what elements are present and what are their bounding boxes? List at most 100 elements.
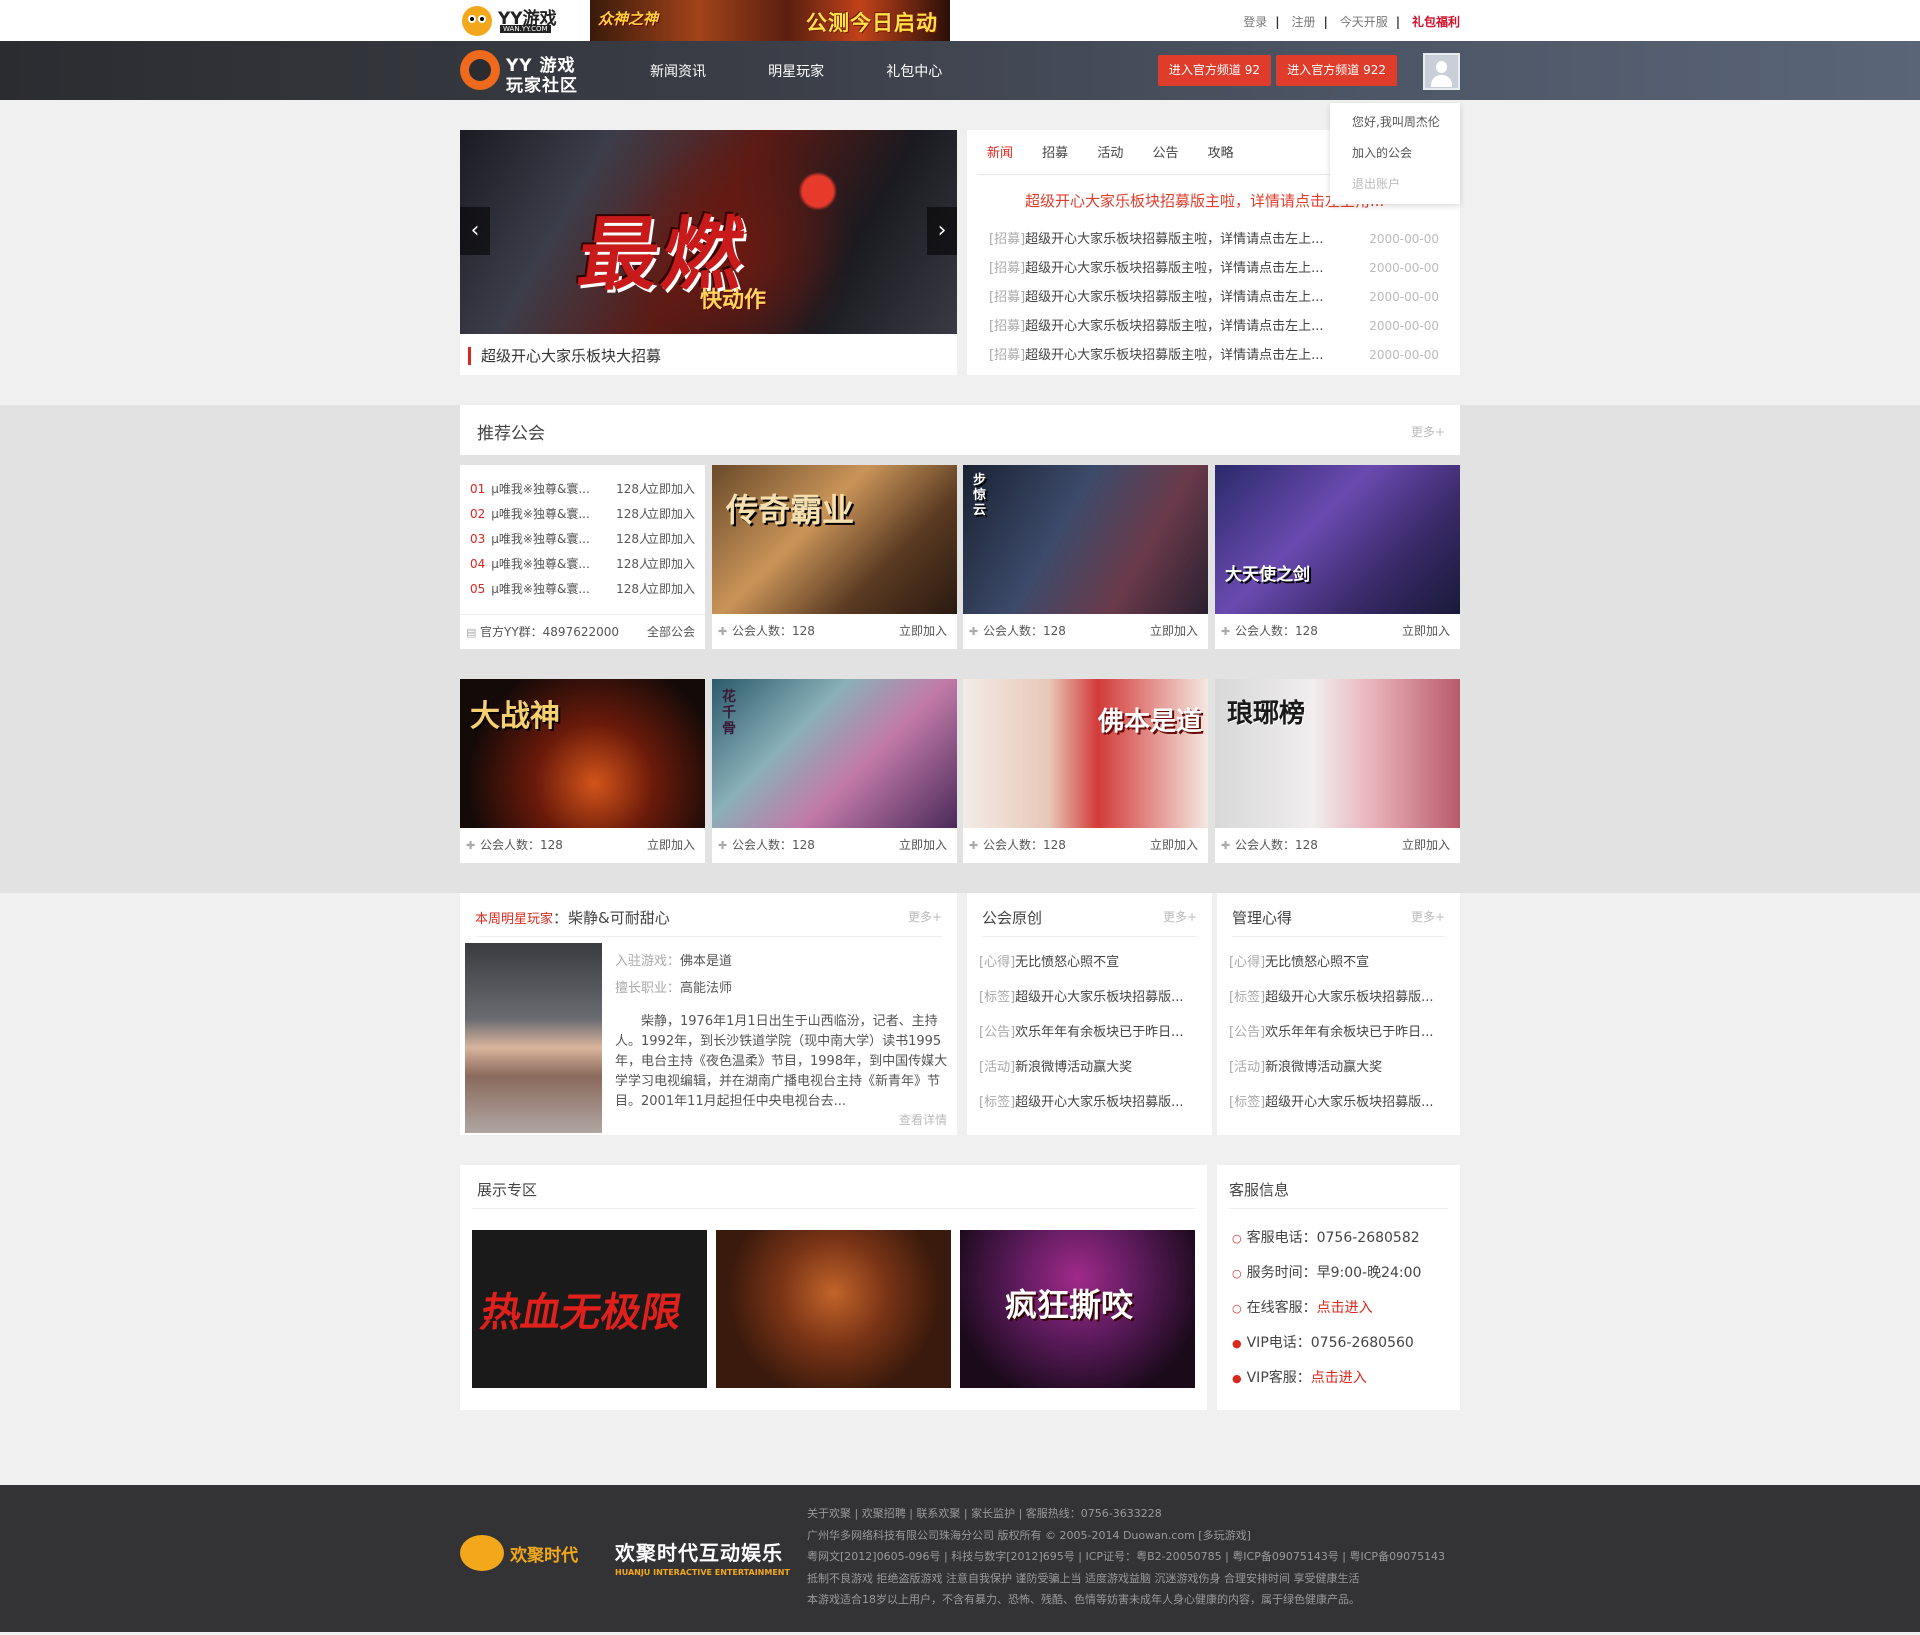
tab-guide[interactable]: 攻略 [1208, 142, 1234, 161]
guild-count: 128人 [616, 557, 651, 571]
list-item[interactable]: 03 μ唯我※独尊&寰... 128人 立即加入 [470, 527, 695, 552]
guild-more-link[interactable]: 更多+ [1411, 423, 1445, 440]
all-guilds-link[interactable]: 全部公会 [647, 615, 695, 650]
slide-caption[interactable]: 超级开心大家乐板块大招募 [468, 347, 661, 365]
nav-news[interactable]: 新闻资讯 [650, 61, 706, 81]
community-logo[interactable]: YY 游戏 玩家社区 [460, 49, 590, 96]
guild-title: 推荐公会 [477, 424, 545, 444]
nav-gift-center[interactable]: 礼包中心 [886, 61, 942, 81]
list-item[interactable]: [标签]超级开心大家乐板块招募版... [979, 1085, 1200, 1120]
join-link[interactable]: 立即加入 [647, 577, 695, 602]
footer-line[interactable]: 关于欢聚 | 欢聚招聘 | 联系欢聚 | 家长监护 | 客服热线：0756-36… [807, 1503, 1467, 1525]
news-row[interactable]: [招募]超级开心大家乐板块招募版主啦，详情请点击左上... 2000-00-00 [989, 254, 1439, 283]
register-link[interactable]: 注册 [1292, 13, 1316, 30]
huanju-logo[interactable]: 欢聚时代 [460, 1535, 578, 1571]
guild-name: μ唯我※独尊&寰... [491, 507, 590, 521]
guild-card[interactable]: 大天使之剑 公会人数：128 立即加入 [1215, 465, 1460, 649]
footer-line: 广州华多网络科技有限公司珠海分公司 版权所有 © 2005-2014 Duowa… [807, 1528, 1251, 1542]
original-title: 公会原创 [982, 909, 1043, 927]
huanju-ent-logo[interactable]: 欢聚时代互动娱乐 HUANJU INTERACTIVE ENTERTAINMEN… [615, 1537, 790, 1577]
nav-star-players[interactable]: 明星玩家 [768, 61, 824, 81]
guild-card[interactable]: 大战神 公会人数：128 立即加入 [460, 679, 705, 863]
bullet-icon: ○ [1232, 1302, 1242, 1315]
list-item[interactable]: [心得]无比愤怒心照不宣 [1229, 945, 1448, 980]
guild-card[interactable]: 步惊云 公会人数：128 立即加入 [963, 465, 1208, 649]
guild-card[interactable]: 琅琊榜 公会人数：128 立即加入 [1215, 679, 1460, 863]
list-item[interactable]: [标签]超级开心大家乐板块招募版... [1229, 1085, 1448, 1120]
list-item[interactable]: 04 μ唯我※独尊&寰... 128人 立即加入 [470, 552, 695, 577]
guild-card[interactable]: 传奇霸业 公会人数：128 立即加入 [712, 465, 957, 649]
list-item[interactable]: [公告]欢乐年年有余板块已于昨日... [979, 1015, 1200, 1050]
list-item[interactable]: [心得]无比愤怒心照不宣 [979, 945, 1200, 980]
join-link[interactable]: 立即加入 [1402, 614, 1450, 649]
service-phone-label: 客服电话： [1246, 1230, 1317, 1246]
guild-card[interactable]: 佛本是道 公会人数：128 立即加入 [963, 679, 1208, 863]
join-link[interactable]: 立即加入 [647, 527, 695, 552]
manage-more-link[interactable]: 更多+ [1411, 908, 1445, 925]
logout-item[interactable]: 退出账户 [1330, 169, 1460, 200]
online-service-link[interactable]: 点击进入 [1317, 1300, 1373, 1316]
rank-number: 01 [470, 482, 486, 496]
star-name: ：柴静&可耐甜心 [553, 909, 670, 927]
star-bio: 柴静，1976年1月1日出生于山西临汾，记者、主持人。1992年，到长沙铁道学院… [615, 1014, 948, 1109]
vip-phone-row: ● VIP电话：0756-2680560 [1232, 1326, 1421, 1361]
original-more-link[interactable]: 更多+ [1163, 908, 1197, 925]
guild-name: μ唯我※独尊&寰... [491, 582, 590, 596]
join-link[interactable]: 立即加入 [899, 828, 947, 863]
join-link[interactable]: 立即加入 [647, 477, 695, 502]
guild-card-art: 大天使之剑 [1225, 565, 1310, 585]
slide-image[interactable]: 最燃 快动作 ‹ › [460, 130, 957, 334]
view-detail-link[interactable]: 查看详情 [899, 1111, 947, 1128]
tab-news[interactable]: 新闻 [987, 142, 1013, 161]
featured-section: 最燃 快动作 ‹ › 超级开心大家乐板块大招募 新闻 招募 活动 公告 攻略 超… [0, 100, 1920, 405]
slide-art-sub: 快动作 [700, 288, 767, 313]
list-item[interactable]: [活动]新浪微博活动赢大奖 [1229, 1050, 1448, 1085]
news-row[interactable]: [招募]超级开心大家乐板块招募版主啦，详情请点击左上... 2000-00-00 [989, 225, 1439, 254]
news-row[interactable]: [招募]超级开心大家乐板块招募版主啦，详情请点击左上... 2000-00-00 [989, 283, 1439, 312]
slider-prev-icon[interactable]: ‹ [460, 207, 490, 255]
tab-recruit[interactable]: 招募 [1042, 142, 1068, 161]
showcase-image[interactable]: 热血无极限 [472, 1230, 707, 1388]
showcase-image[interactable]: 疯狂撕咬 [960, 1230, 1195, 1388]
list-item[interactable]: [标签]超级开心大家乐板块招募版... [1229, 980, 1448, 1015]
list-item[interactable]: 02 μ唯我※独尊&寰... 128人 立即加入 [470, 502, 695, 527]
manage-title: 管理心得 [1232, 909, 1293, 927]
star-photo[interactable] [465, 943, 602, 1133]
yy-game-logo[interactable]: YY游戏 WAN.YY.COM [460, 2, 570, 38]
today-servers-link[interactable]: 今天开服 [1340, 13, 1388, 30]
showcase-image[interactable] [716, 1230, 951, 1388]
gift-link[interactable]: 礼包福利 [1412, 13, 1460, 30]
joined-guilds-item[interactable]: 加入的公会 [1330, 138, 1460, 169]
tab-notice[interactable]: 公告 [1152, 142, 1178, 161]
top-ad-banner[interactable]: 众神之神 公测今日启动 [590, 0, 950, 41]
list-item[interactable]: [活动]新浪微博活动赢大奖 [979, 1050, 1200, 1085]
guild-card[interactable]: 花千骨 公会人数：128 立即加入 [712, 679, 957, 863]
management-tips-panel: 管理心得 更多+ [心得]无比愤怒心照不宣 [标签]超级开心大家乐板块招募版...… [1217, 893, 1460, 1135]
guild-section: 推荐公会 更多+ 01 μ唯我※独尊&寰... 128人 立即加入 02 μ唯我※独尊&… [0, 405, 1920, 893]
tab-activity[interactable]: 活动 [1097, 142, 1123, 161]
guild-card-image: 步惊云 [963, 465, 1208, 614]
join-link[interactable]: 立即加入 [647, 502, 695, 527]
job-label: 擅长职业： [615, 981, 681, 996]
news-row[interactable]: [招募]超级开心大家乐板块招募版主啦，详情请点击左上... 2000-00-00 [989, 312, 1439, 341]
join-link[interactable]: 立即加入 [1402, 828, 1450, 863]
official-channel-button-1[interactable]: 进入官方频道 92 [1157, 55, 1271, 86]
news-tag: [招募] [989, 232, 1026, 247]
star-more-link[interactable]: 更多+ [908, 908, 942, 925]
huanju-ent-text: 欢聚时代互动娱乐 [615, 1541, 783, 1565]
join-link[interactable]: 立即加入 [647, 552, 695, 577]
list-item[interactable]: 05 μ唯我※独尊&寰... 128人 立即加入 [470, 577, 695, 602]
vip-service-link[interactable]: 点击进入 [1311, 1370, 1367, 1386]
join-link[interactable]: 立即加入 [899, 614, 947, 649]
news-row[interactable]: [招募]超级开心大家乐板块招募版主啦，详情请点击左上... 2000-00-00 [989, 341, 1439, 370]
join-link[interactable]: 立即加入 [1150, 614, 1198, 649]
login-link[interactable]: 登录 [1243, 13, 1267, 30]
list-item[interactable]: 01 μ唯我※独尊&寰... 128人 立即加入 [470, 477, 695, 502]
join-link[interactable]: 立即加入 [647, 828, 695, 863]
list-item[interactable]: [标签]超级开心大家乐板块招募版... [979, 980, 1200, 1015]
join-link[interactable]: 立即加入 [1150, 828, 1198, 863]
slider-next-icon[interactable]: › [927, 207, 957, 255]
official-channel-button-2[interactable]: 进入官方频道 922 [1276, 55, 1397, 86]
list-item[interactable]: [公告]欢乐年年有余板块已于昨日... [1229, 1015, 1448, 1050]
user-avatar[interactable] [1423, 53, 1460, 90]
